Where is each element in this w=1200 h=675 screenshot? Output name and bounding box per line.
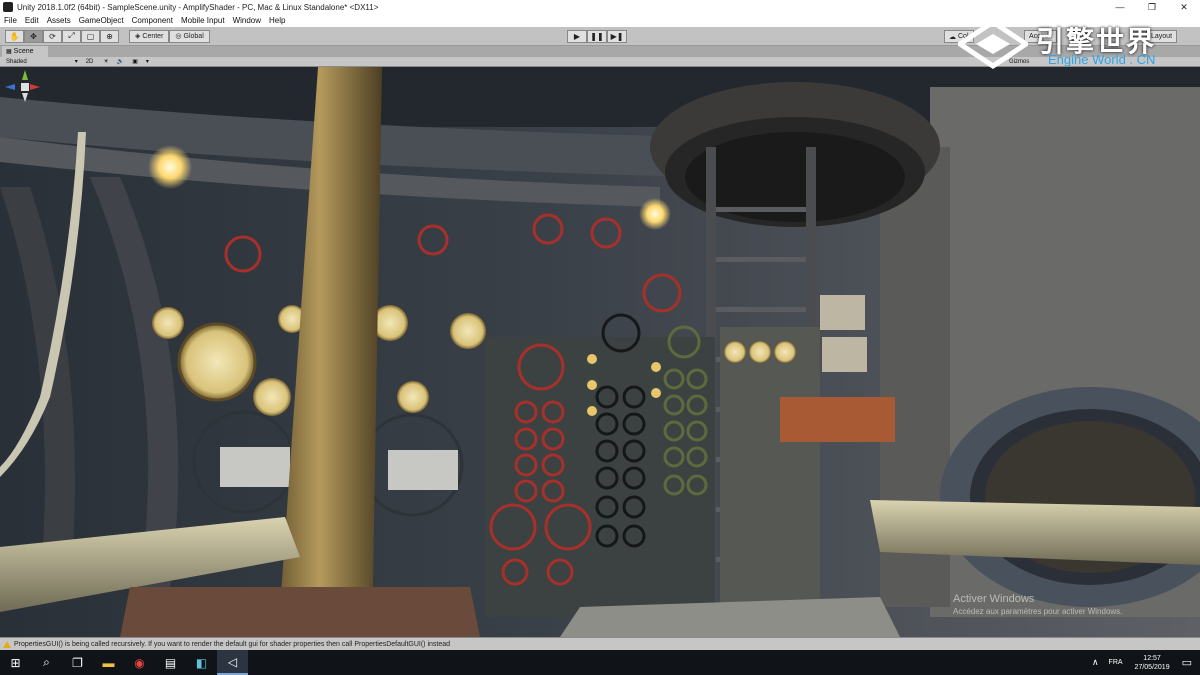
scene-orientation-gizmo-icon[interactable]	[0, 67, 50, 107]
pivot-center-toggle[interactable]: ◈ Center	[129, 29, 170, 43]
warning-icon	[3, 640, 11, 648]
menu-edit[interactable]: Edit	[25, 16, 39, 25]
global-icon: ◎	[175, 33, 182, 40]
windows-activation-notice: Activer Windows Accédez aux paramètres p…	[953, 593, 1122, 616]
transform-all-tool-icon[interactable]: ⊕	[100, 29, 119, 43]
rect-tool-icon[interactable]: ▢	[81, 29, 100, 43]
menu-file[interactable]: File	[4, 16, 17, 25]
scene-tab-label: Scene	[13, 48, 34, 55]
notification-icon[interactable]: ▭	[1182, 656, 1192, 669]
play-controls: ▶ ❚❚ ▶❚	[567, 30, 627, 43]
scene-tab-icon: ▦	[6, 49, 12, 55]
scale-tool-icon[interactable]: ⤢	[62, 29, 81, 43]
menu-help[interactable]: Help	[269, 16, 285, 25]
engine-room-render	[0, 67, 1200, 637]
minimize-button[interactable]: —	[1104, 0, 1136, 14]
system-tray: ∧ FRA 12:57 27/05/2019 ▭	[1092, 650, 1200, 675]
search-icon[interactable]: ⌕	[31, 650, 62, 675]
activation-subtitle: Accédez aux paramètres pour activer Wind…	[953, 607, 1123, 616]
maximize-button[interactable]: ❐	[1136, 0, 1168, 14]
step-icon[interactable]: ▶❚	[607, 30, 627, 43]
menu-mobile-input[interactable]: Mobile Input	[181, 16, 225, 25]
tab-scene[interactable]: ▦ Scene	[2, 46, 48, 57]
status-message: PropertiesGUI() is being called recursiv…	[14, 640, 451, 648]
cloud-icon: ☁	[949, 33, 956, 41]
play-icon[interactable]: ▶	[567, 30, 587, 43]
scene-viewport[interactable]: Activer Windows Accédez aux paramètres p…	[0, 67, 1200, 637]
chevron-down-icon: ▾	[145, 59, 149, 65]
window-title: Unity 2018.1.0f2 (64bit) - SampleScene.u…	[17, 2, 379, 12]
lighting-toggle-icon[interactable]: ☀	[103, 58, 108, 65]
menu-gameobject[interactable]: GameObject	[79, 16, 124, 25]
pivot-icon: ◈	[135, 33, 141, 40]
file-explorer-icon[interactable]: ▬	[93, 650, 124, 675]
engine-world-logo-icon	[958, 20, 1028, 70]
chevron-up-icon[interactable]: ∧	[1092, 657, 1099, 668]
window-controls: — ❐ ✕	[1104, 0, 1200, 14]
activation-title: Activer Windows	[953, 593, 1035, 605]
menu-assets[interactable]: Assets	[47, 16, 71, 25]
shading-mode-dropdown[interactable]: Shaded	[6, 59, 27, 65]
move-tool-icon[interactable]: ✥	[24, 29, 43, 43]
title-bar: Unity 2018.1.0f2 (64bit) - SampleScene.u…	[0, 0, 1200, 14]
console-status-bar[interactable]: PropertiesGUI() is being called recursiv…	[0, 637, 1200, 650]
global-label: Global	[183, 32, 204, 40]
effects-toggle-icon[interactable]: ▣	[132, 58, 138, 65]
clock-date: 27/05/2019	[1134, 663, 1170, 671]
transform-tools: ✋ ✥ ⟳ ⤢ ▢ ⊕	[5, 29, 119, 43]
pivot-group: ◈ Center ◎ Global	[129, 29, 210, 43]
windows-taskbar: ⊞ ⌕ ❐ ▬ ◉ ▤ ◧ ◁ ∧ FRA 12:57 27/05/2019 ▭	[0, 650, 1200, 675]
menu-component[interactable]: Component	[132, 16, 173, 25]
close-button[interactable]: ✕	[1168, 0, 1200, 14]
start-windows-icon[interactable]: ⊞	[0, 650, 31, 675]
photos-app-icon[interactable]: ▤	[155, 650, 186, 675]
unity-app-icon	[3, 2, 13, 12]
rotate-tool-icon[interactable]: ⟳	[43, 29, 62, 43]
clock-time: 12:57	[1143, 654, 1161, 662]
unity-hub-icon[interactable]: ◧	[186, 650, 217, 675]
chevron-down-icon: ▾	[74, 59, 78, 65]
chrome-icon[interactable]: ◉	[124, 650, 155, 675]
pause-icon[interactable]: ❚❚	[587, 30, 607, 43]
pivot-global-toggle[interactable]: ◎ Global	[169, 29, 210, 43]
menu-window[interactable]: Window	[233, 16, 261, 25]
watermark-english-text: Engine World . CN	[1048, 52, 1156, 67]
clock[interactable]: 12:57 27/05/2019	[1135, 654, 1170, 672]
pivot-label: Center	[142, 32, 164, 40]
toggle-2d-button[interactable]: 2D	[86, 59, 94, 65]
hand-tool-icon[interactable]: ✋	[5, 29, 24, 43]
language-indicator[interactable]: FRA	[1109, 659, 1123, 666]
audio-toggle-icon[interactable]: 🔊	[117, 58, 124, 65]
unity-editor-taskbar-icon[interactable]: ◁	[217, 650, 248, 675]
task-view-icon[interactable]: ❐	[62, 650, 93, 675]
